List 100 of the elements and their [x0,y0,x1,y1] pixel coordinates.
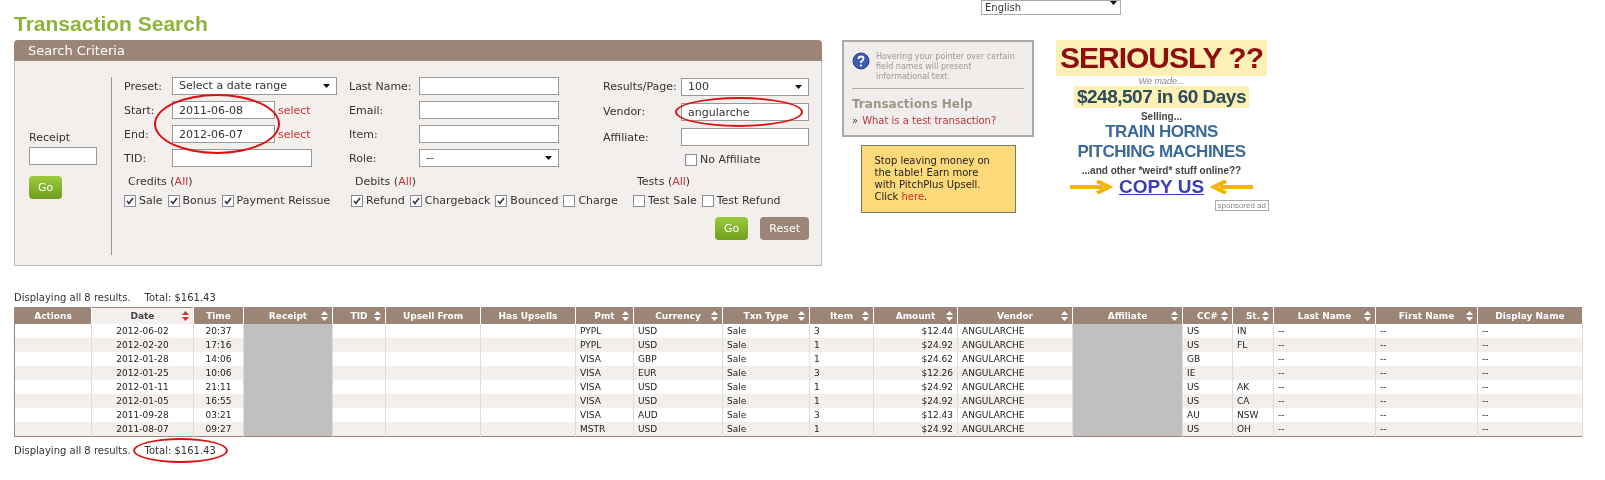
field-label: Affiliate: [603,130,650,144]
input-field[interactable] [172,149,312,167]
checkbox[interactable] [563,194,576,207]
checkbox-label: Bounced [510,194,559,207]
ad-product: TRAIN HORNS [1105,122,1218,142]
caret-icon [545,156,552,160]
column-header[interactable]: First Name [1375,307,1478,324]
checkbox[interactable] [409,194,422,207]
ad-text: ...and other *weird* stuff online?? [1081,165,1242,176]
field-label: End: [124,127,150,141]
select-field[interactable]: 100 [681,77,809,96]
column-header[interactable]: St. [1232,307,1274,324]
help-link[interactable]: What is a test transaction? [862,115,997,126]
sponsored-label: sponsored ad [1214,200,1269,211]
results-total: Total: $161.43 [144,292,216,303]
column-header[interactable]: Vendor [957,307,1073,324]
checkbox-label: Sale [139,194,163,207]
ad-product: PITCHING MACHINES [1077,142,1246,162]
input-field[interactable] [681,128,809,147]
column-header[interactable]: TID [332,307,386,324]
checkbox[interactable] [124,194,136,207]
hint-text: Hovering your pointer over certain field names will present informational text. [876,52,1016,82]
column-header: Has Upsells [480,307,576,324]
column-header[interactable]: Item [809,307,874,324]
ad-amount: $248,507 in 60 Days [1074,86,1249,108]
table-cell: -- [1477,422,1583,437]
arrow-icon [1068,180,1113,194]
all-link[interactable]: All [398,175,412,188]
table-cell: Sale [722,422,810,437]
date-field[interactable]: 2012-06-07 [172,125,275,143]
date-field[interactable]: 2011-06-08 [172,101,275,119]
column-header: Time [193,307,244,324]
field-label: Start: [124,103,156,117]
results-count: Displaying all 8 results. [14,292,131,303]
column-header[interactable]: Last Name [1273,307,1376,324]
checkbox[interactable] [351,194,363,207]
field-label: Receipt [29,131,72,144]
arrow-icon [1210,180,1255,194]
caret-icon [1110,1,1117,5]
go-button[interactable]: Go [715,217,749,240]
input-field[interactable] [419,101,559,119]
field-label: Item: [349,127,379,141]
column-header[interactable]: Receipt [243,307,333,324]
select-field[interactable]: -- [419,149,559,167]
column-header: Upsell From [385,307,481,324]
table-cell: 2011-08-07 [91,422,194,437]
input-field[interactable] [419,125,559,143]
column-header: Actions [14,307,92,324]
checkbox-label: Payment Reissue [236,194,331,207]
field-label: Role: [349,151,378,165]
checkbox-label: No Affiliate [700,153,761,167]
group-title: Debits (All) [355,175,418,188]
select-link[interactable]: select [278,103,311,117]
receipt-field[interactable] [29,147,97,165]
table-cell: USD [633,422,723,437]
checkbox[interactable] [633,194,645,207]
checkbox-label: Test Sale [648,194,697,207]
table-cell: $24.92 [873,422,958,437]
column-header[interactable]: Amount [873,307,958,324]
bullet-icon: » [852,115,859,126]
field-label: Results/Page: [603,80,678,94]
ad-headline: SERIOUSLY ?? [1055,40,1268,76]
reset-button[interactable]: Reset [760,217,809,240]
group-title: Credits (All) [128,175,194,188]
promo-text: Stop leaving money on the table! Earn more with PitchPlus Upsell. Click here. [860,145,1016,213]
caret-icon [795,84,802,89]
column-header[interactable]: Currency [633,307,723,324]
column-header[interactable]: Affiliate [1072,307,1183,324]
go-button[interactable]: Go [29,176,63,199]
checkbox[interactable] [167,194,180,207]
ad-text: We made... [1138,76,1185,86]
table-cell: -- [1273,422,1376,437]
input-field[interactable]: angularche [681,102,809,121]
caret-icon [323,84,330,88]
language-select[interactable]: English [981,0,1121,15]
field-label: Vendor: [603,105,647,119]
checkbox[interactable] [685,153,697,166]
select-field[interactable]: Select a date range [172,77,337,95]
checkbox[interactable] [701,194,714,207]
column-header[interactable]: Date [91,307,194,324]
all-link[interactable]: All [174,175,189,188]
checkbox[interactable] [495,194,508,207]
ad-text: Selling... [1140,111,1183,122]
select-link[interactable]: select [278,127,311,141]
results-count: Displaying all 8 results. [14,445,131,456]
all-link[interactable]: All [672,175,686,188]
table-cell: MSTR [575,422,634,437]
page-title: Transaction Search [14,12,208,36]
copy-us-link[interactable]: COPY US [1118,176,1205,198]
checkbox-label: Chargeback [424,194,491,207]
table-cell: -- [1375,422,1478,437]
results-total: Total: $161.43 [144,445,216,456]
column-header[interactable]: CC# [1182,307,1233,324]
column-header[interactable]: Pmt [575,307,634,324]
column-header[interactable]: Txn Type [722,307,810,324]
checkbox[interactable] [221,194,234,207]
panel-header: Search Criteria [14,40,822,61]
input-field[interactable] [419,77,559,95]
checkbox-label: Bonus [182,194,217,207]
checkbox-label: Refund [366,194,405,207]
